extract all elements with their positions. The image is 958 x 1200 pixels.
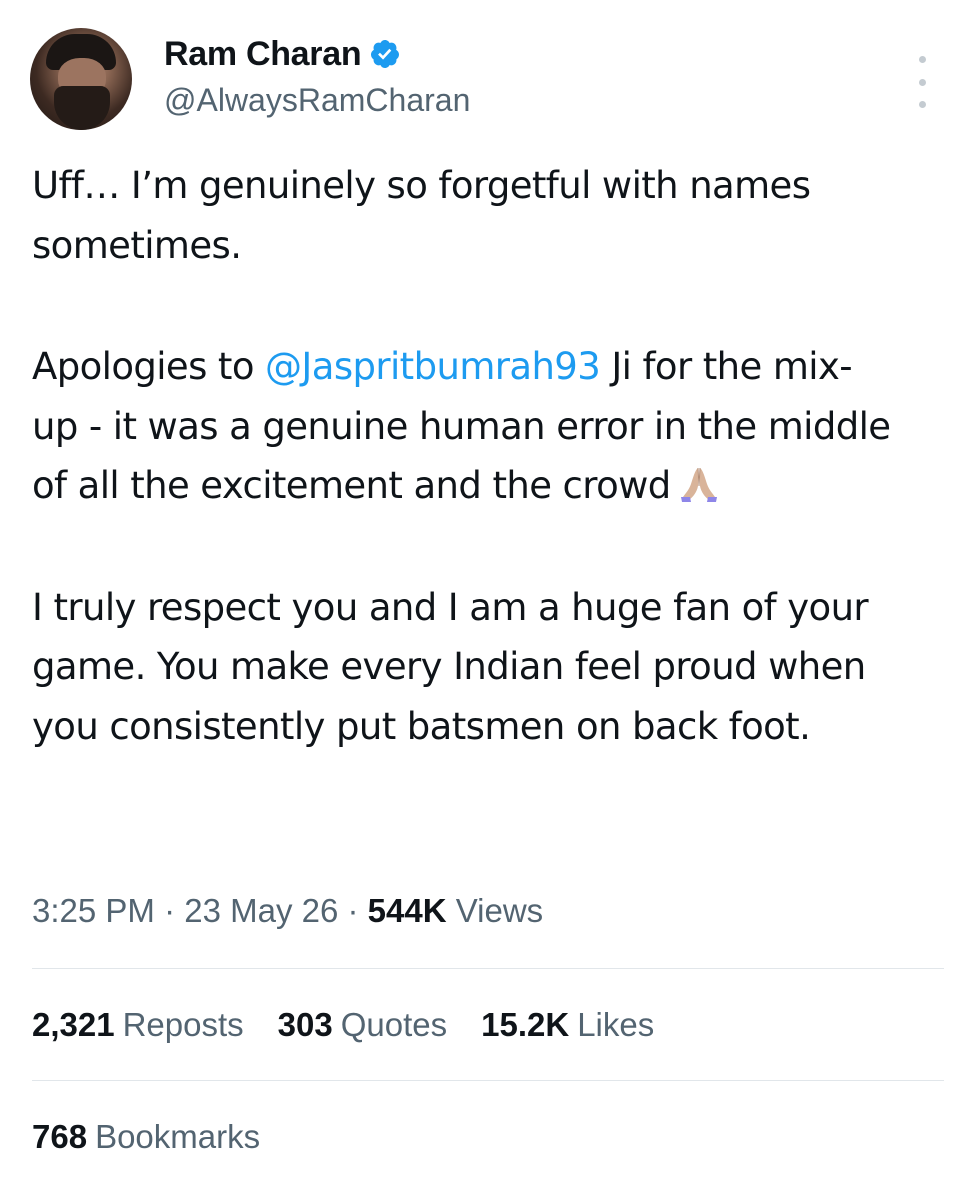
divider (32, 968, 944, 969)
meta-separator: · (154, 892, 185, 929)
tweet-meta: 3:25 PM · 23 May 26 · 544K Views (32, 892, 543, 930)
likes-label: Likes (577, 1006, 655, 1043)
likes-count: 15.2K (481, 1006, 570, 1043)
folded-hands-emoji-icon (680, 467, 717, 502)
avatar-beard (54, 86, 110, 130)
tweet-paragraph-1: Uff… I’m genuinely so forgetful with nam… (32, 164, 822, 267)
bookmarks-label: Bookmarks (95, 1118, 261, 1155)
author-display-name[interactable]: Ram Charan (164, 35, 362, 74)
tweet-paragraph-3: I truly respect you and I am a huge fan … (32, 585, 880, 748)
tweet-header: Ram Charan @AlwaysRamCharan (30, 28, 930, 132)
tweet-text: Uff… I’m genuinely so forgetful with nam… (32, 156, 932, 756)
tweet-date[interactable]: 23 May 26 (184, 892, 338, 929)
bookmarks-stat[interactable]: 768 Bookmarks (32, 1118, 260, 1156)
tweet-time[interactable]: 3:25 PM (32, 892, 155, 929)
verified-badge-icon (371, 40, 400, 68)
more-dot (918, 78, 926, 86)
views-label: Views (455, 892, 544, 929)
author-handle[interactable]: @AlwaysRamCharan (164, 82, 470, 119)
more-options-icon[interactable] (910, 50, 934, 114)
author-name-row[interactable]: Ram Charan (164, 32, 401, 76)
engagement-stats: 2,321 Reposts 303 Quotes 15.2K Likes (32, 1006, 654, 1044)
tweet-paragraph-2: Apologies to @Jaspritbumrah93 Ji for the… (32, 337, 894, 516)
quotes-count: 303 (277, 1006, 333, 1043)
divider (32, 1080, 944, 1081)
meta-separator: · (338, 892, 368, 929)
more-dot (918, 56, 926, 63)
mention-link[interactable]: @Jaspritbumrah93 (265, 345, 601, 388)
tweet-paragraph-2-lead: Apologies to (32, 345, 266, 388)
avatar[interactable] (30, 28, 132, 130)
reposts-stat[interactable]: 2,321 Reposts (32, 1006, 244, 1044)
reposts-count: 2,321 (32, 1006, 115, 1043)
likes-stat[interactable]: 15.2K Likes (481, 1006, 654, 1044)
reposts-label: Reposts (122, 1006, 244, 1043)
views-count: 544K (367, 892, 447, 929)
bookmarks-count: 768 (32, 1118, 88, 1155)
quotes-stat[interactable]: 303 Quotes (278, 1006, 447, 1044)
quotes-label: Quotes (340, 1006, 448, 1043)
more-dot (918, 101, 926, 108)
